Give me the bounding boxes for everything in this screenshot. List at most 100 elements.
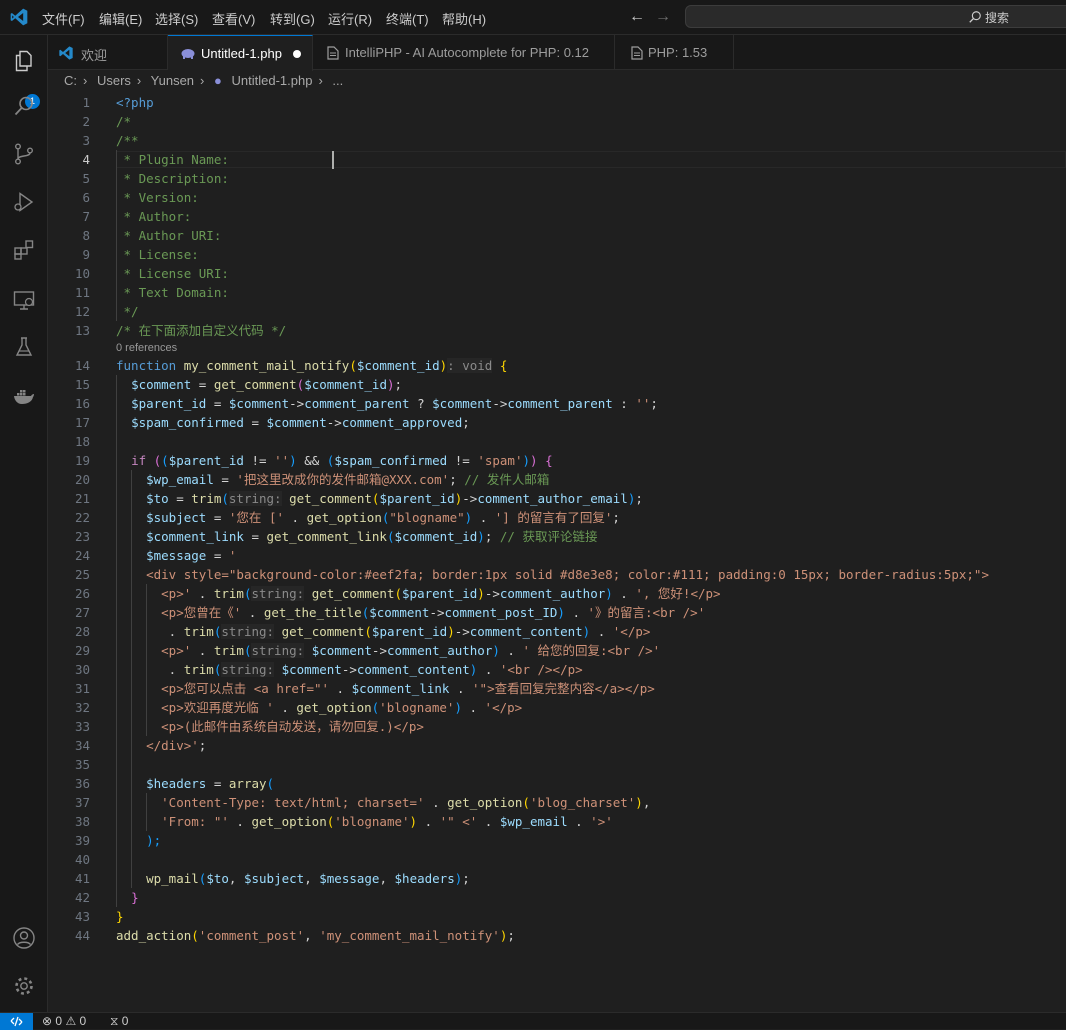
code-token: function [116,358,184,373]
account-icon[interactable] [12,926,36,950]
code-token: get_option [306,510,382,525]
code-line[interactable]: if (($parent_id != '') && ($spam_confirm… [116,451,553,470]
code-token: ) [530,453,538,468]
tab-welcome[interactable]: 欢迎 [48,35,168,70]
ports-indicator[interactable]: ⧖ 0 [110,1014,128,1029]
code-line[interactable]: $wp_email = '把这里改成你的发件邮箱@XXX.com'; // 发件… [116,470,549,489]
code-token: trim [183,662,214,677]
menu-item[interactable]: 终端(T) [386,9,429,28]
code-line[interactable]: * Author URI: [116,226,222,245]
code-token: get_option [251,814,327,829]
search-icon[interactable] [12,94,36,118]
extensions-icon[interactable] [12,238,36,262]
code-line[interactable]: $spam_confirmed = $comment->comment_appr… [116,413,470,432]
code-token: $comment [281,662,342,677]
code-line[interactable]: . trim(string: $comment->comment_content… [116,660,583,679]
testing-icon[interactable] [12,335,36,359]
code-line[interactable]: . trim(string: get_comment($parent_id)->… [116,622,650,641]
code-line[interactable]: * License URI: [116,264,229,283]
problems-indicator[interactable]: ⊗ 0 ⚠ 0 [42,1014,86,1028]
code-line[interactable]: /** [116,131,139,150]
code-line[interactable]: * Text Domain: [116,283,229,302]
code-line[interactable]: $message = ' [116,546,236,565]
command-center-search[interactable]: 搜索 [685,5,1066,28]
breadcrumb-item[interactable]: Untitled-1.php [231,73,312,88]
code-line[interactable]: /* 在下面添加自定义代码 */ [116,321,286,340]
code-token: 'blog_charset' [529,795,636,810]
code-line[interactable]: } [116,888,139,907]
docker-icon[interactable] [12,384,36,408]
code-token: . [417,814,440,829]
code-token: '' [635,396,651,411]
menu-item[interactable]: 编辑(E) [99,9,142,28]
code-line[interactable]: * Author: [116,207,192,226]
code-line[interactable]: wp_mail($to, $subject, $message, $header… [116,869,470,888]
code-line[interactable]: <div style="background-color:#eef2fa; bo… [116,565,989,584]
arrow-right-icon[interactable]: → [655,8,671,26]
code-line[interactable]: */ [116,302,139,321]
code-token: ) [477,529,485,544]
code-line[interactable]: } [116,907,124,926]
code-line[interactable]: * License: [116,245,199,264]
breadcrumb-item[interactable]: Users [97,73,131,88]
menu-item[interactable]: 文件(F) [42,9,85,28]
code-line[interactable]: add_action('comment_post', 'my_comment_m… [116,926,515,945]
code-line[interactable]: $comment = get_comment($comment_id); [116,375,402,394]
code-line[interactable]: /* [116,112,131,131]
code-line[interactable]: <p>' . trim(string: get_comment($parent_… [116,584,721,603]
code-line[interactable]: <p>您可以点击 <a href="' . $comment_link . '"… [116,679,655,698]
run-debug-icon[interactable] [12,190,36,214]
code-line[interactable]: * Description: [116,169,229,188]
menu-item[interactable]: 运行(R) [328,9,372,28]
menu-item[interactable]: 转到(G) [270,9,315,28]
menu-item[interactable]: 选择(S) [155,9,198,28]
code-line[interactable]: $subject = '您在 [' . get_option("blogname… [116,508,620,527]
code-line[interactable]: ); [116,831,161,850]
line-number: 9 [82,247,90,262]
arrow-left-icon[interactable]: ← [629,8,645,26]
code-line[interactable]: 'From: "' . get_option('blogname') . '" … [116,812,613,831]
code-line[interactable]: $to = trim(string: get_comment($parent_i… [116,489,643,508]
code-token: ( [364,624,372,639]
code-line[interactable]: <p>(此邮件由系统自动发送，请勿回复.)</p> [116,717,424,736]
code-line[interactable]: </div>'; [116,736,206,755]
vscode-logo-icon [10,8,28,26]
code-token: trim [213,643,244,658]
code-line[interactable]: <p>' . trim(string: $comment->comment_au… [116,641,660,660]
tab-untitled-1-php[interactable]: Untitled-1.php [168,35,313,71]
code-token: , [304,928,320,943]
code-line[interactable]: $parent_id = $comment->comment_parent ? … [116,394,658,413]
breadcrumb-item[interactable]: ... [332,73,343,88]
remote-explorer-icon[interactable] [12,288,36,312]
code-editor[interactable]: 1 <?php 2 /* 3 /** 4 * Plugin Name: 5 * Descrip… [48,92,1066,1012]
code-line[interactable]: function my_comment_mail_notify($comment… [116,356,507,375]
breadcrumb-item[interactable]: C: [64,73,77,88]
tab-intelliphp[interactable]: IntelliPHP - AI Autocomplete for PHP: 0.… [313,35,615,70]
line-number: 21 [74,491,90,506]
code-line[interactable]: $headers = array( [116,774,274,793]
code-token: $comment [228,396,290,411]
codelens-references[interactable]: 0 references [116,340,177,356]
menu-item[interactable]: 查看(V) [212,9,255,28]
code-line[interactable]: * Plugin Name: [116,150,229,169]
code-token: } [116,909,124,924]
breadcrumb-item[interactable]: Yunsen [151,73,194,88]
code-line[interactable]: <p>您曾在《' . get_the_title($comment->comme… [116,603,705,622]
explorer-icon[interactable] [12,49,36,73]
code-token: : void [447,358,493,373]
code-line[interactable]: <?php [116,93,154,112]
code-token: . [564,605,588,620]
code-line[interactable]: 'Content-Type: text/html; charset=' . ge… [116,793,650,812]
source-control-icon[interactable] [12,142,36,166]
code-token: $to [146,491,169,506]
code-line[interactable]: * Version: [116,188,199,207]
code-line[interactable]: $comment_link = get_comment_link($commen… [116,527,597,546]
unsaved-dot-icon[interactable] [293,50,301,58]
menu-item[interactable]: 帮助(H) [442,9,486,28]
code-line[interactable]: <p>欢迎再度光临 ' . get_option('blogname') . '… [116,698,522,717]
tab-php[interactable]: PHP: 1.53 [615,35,734,70]
gear-icon[interactable] [12,974,36,998]
remote-indicator[interactable] [0,1013,33,1030]
